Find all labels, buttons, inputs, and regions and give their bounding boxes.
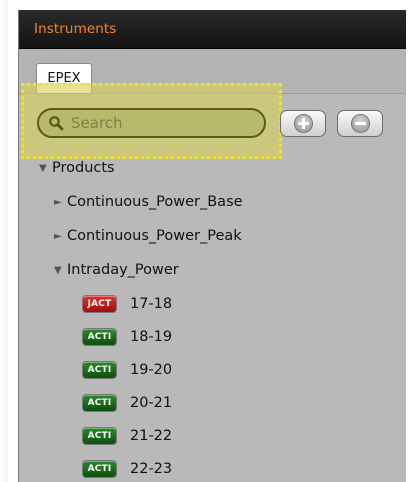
contract-label: 20-21 <box>130 395 173 411</box>
contract-row[interactable]: ACTI 18-19 <box>83 325 172 349</box>
contract-label: 22-23 <box>130 461 173 477</box>
contract-row[interactable]: ACTI 20-21 <box>83 391 172 415</box>
status-badge: JACT <box>83 296 116 312</box>
tree-node-label: Continuous_Power_Base <box>67 194 243 210</box>
expanded-arrow-icon: ▼ <box>39 162 47 174</box>
collapsed-arrow-icon: ► <box>54 196 62 208</box>
instruments-panel: Instruments EPEX ▼ Products ► Continuous… <box>18 10 406 482</box>
tree-node-label: Continuous_Power_Peak <box>67 228 242 244</box>
contract-label: 18-19 <box>130 329 173 345</box>
contract-label: 17-18 <box>130 296 173 312</box>
tree-root-products[interactable]: ▼ Products <box>39 156 115 180</box>
contract-label: 19-20 <box>130 362 173 378</box>
tree-node-label: Products <box>52 160 115 176</box>
tree-node-label: Intraday_Power <box>67 262 179 278</box>
background-strip <box>0 0 8 482</box>
tree-node-intraday-power[interactable]: ▼ Intraday_Power <box>54 258 179 282</box>
contract-row[interactable]: ACTI 21-22 <box>83 424 172 448</box>
contract-row[interactable]: ACTI 22-23 <box>83 457 172 481</box>
expanded-arrow-icon: ▼ <box>54 264 62 276</box>
collapsed-arrow-icon: ► <box>54 230 62 242</box>
contract-label: 21-22 <box>130 428 173 444</box>
status-badge: ACTI <box>83 395 116 411</box>
products-tree: ▼ Products ► Continuous_Power_Base ► Con… <box>19 10 406 482</box>
contract-row[interactable]: ACTI 19-20 <box>83 358 172 382</box>
status-badge: ACTI <box>83 461 116 477</box>
status-badge: ACTI <box>83 428 116 444</box>
status-badge: ACTI <box>83 362 116 378</box>
contract-row[interactable]: JACT 17-18 <box>83 292 172 316</box>
tree-node-continuous-power-base[interactable]: ► Continuous_Power_Base <box>54 190 243 214</box>
status-badge: ACTI <box>83 329 116 345</box>
tree-node-continuous-power-peak[interactable]: ► Continuous_Power_Peak <box>54 224 242 248</box>
